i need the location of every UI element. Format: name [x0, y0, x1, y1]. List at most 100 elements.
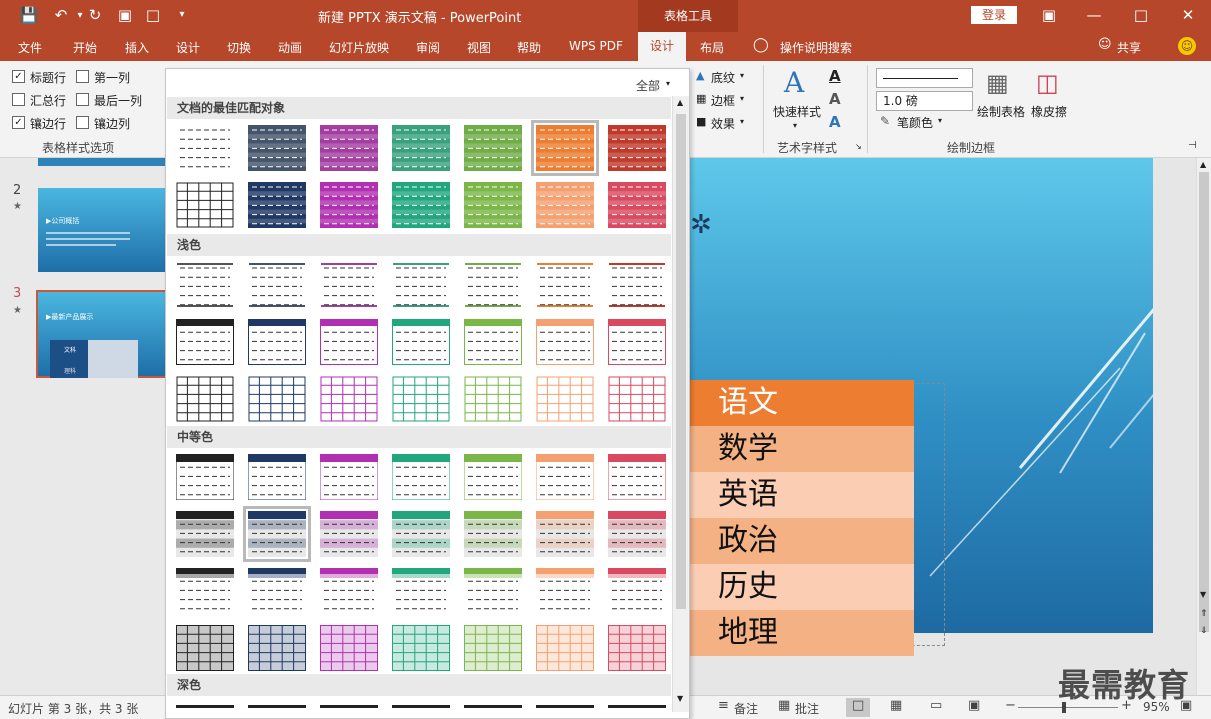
tab-transitions[interactable]: 切换 [227, 39, 251, 56]
eraser-icon[interactable]: ◫ [1036, 69, 1059, 97]
table-style-thumbnail[interactable] [248, 454, 306, 500]
maximize-icon[interactable]: □ [1130, 6, 1152, 24]
table-style-thumbnail[interactable] [176, 376, 234, 422]
total-row-checkbox[interactable] [12, 93, 25, 106]
tab-animations[interactable]: 动画 [278, 39, 302, 56]
table-style-thumbnail[interactable] [176, 182, 234, 228]
table-style-thumbnail[interactable] [536, 182, 594, 228]
table-style-thumbnail[interactable] [392, 454, 450, 500]
table-style-thumbnail[interactable] [320, 625, 378, 671]
shading-button[interactable]: 底纹 [711, 69, 735, 86]
table-row[interactable]: 历史 [690, 564, 914, 610]
table-style-thumbnail[interactable] [248, 125, 306, 171]
table-style-thumbnail[interactable] [176, 511, 234, 557]
next-slide-icon[interactable]: ⇓ [1200, 626, 1208, 636]
gallery-scrollbar-thumb[interactable] [676, 114, 686, 609]
table-style-thumbnail[interactable] [608, 319, 666, 365]
table-style-thumbnail[interactable] [608, 262, 666, 308]
redo-icon[interactable]: ↻ [84, 6, 106, 24]
table-style-thumbnail[interactable] [464, 625, 522, 671]
table-style-thumbnail[interactable] [464, 376, 522, 422]
table-style-thumbnail[interactable] [464, 182, 522, 228]
tab-table-layout[interactable]: 布局 [700, 39, 724, 56]
pen-weight-dropdown[interactable]: 1.0 磅 [876, 91, 973, 111]
quick-styles-button[interactable]: 快速样式 [773, 103, 821, 120]
table-style-thumbnail[interactable] [392, 319, 450, 365]
reading-view-icon[interactable]: ▭ [930, 698, 942, 713]
text-outline-icon[interactable]: A [829, 90, 841, 108]
table-style-thumbnail[interactable] [248, 376, 306, 422]
shading-dropdown-icon[interactable]: ▾ [740, 71, 744, 80]
scroll-up-icon[interactable]: ▲ [1200, 160, 1206, 169]
table-style-thumbnail[interactable] [320, 511, 378, 557]
table-style-thumbnail[interactable] [608, 511, 666, 557]
table-style-thumbnail[interactable] [536, 376, 594, 422]
table-style-thumbnail[interactable] [248, 625, 306, 671]
table-style-thumbnail[interactable] [320, 319, 378, 365]
tell-me-search[interactable]: 操作说明搜索 [780, 39, 852, 56]
pen-color-dropdown-icon[interactable]: ▾ [938, 116, 942, 125]
slideshow-view-icon[interactable]: ▣ [968, 698, 980, 713]
table-row[interactable]: 英语 [690, 472, 914, 518]
table-style-thumbnail[interactable] [608, 568, 666, 614]
table-style-thumbnail[interactable] [464, 125, 522, 171]
table-style-thumbnail[interactable] [608, 376, 666, 422]
table-style-thumbnail[interactable] [392, 262, 450, 308]
effects-dropdown-icon[interactable]: ▾ [740, 117, 744, 126]
banded-columns-checkbox[interactable] [76, 116, 89, 129]
tab-wps-pdf[interactable]: WPS PDF [569, 39, 623, 53]
table-style-thumbnail[interactable] [464, 511, 522, 557]
table-style-thumbnail[interactable] [608, 125, 666, 171]
borders-dropdown-icon[interactable]: ▾ [740, 94, 744, 103]
table-style-thumbnail[interactable] [320, 454, 378, 500]
last-column-checkbox[interactable] [76, 93, 89, 106]
close-icon[interactable]: ✕ [1177, 6, 1199, 24]
slide-sorter-icon[interactable]: ▦ [890, 698, 902, 713]
table-style-thumbnail[interactable] [536, 454, 594, 500]
table-style-thumbnail[interactable] [608, 625, 666, 671]
table-style-thumbnail[interactable] [536, 568, 594, 614]
new-file-icon[interactable]: □ [142, 6, 164, 24]
quick-styles-dropdown-icon[interactable]: ▾ [793, 121, 797, 130]
draw-table-icon[interactable]: ▦ [986, 69, 1009, 97]
tab-table-design[interactable]: 设计 [638, 32, 686, 61]
quick-styles-icon[interactable]: A [784, 66, 804, 99]
table-row[interactable]: 政治 [690, 518, 914, 564]
table-style-thumbnail[interactable] [320, 568, 378, 614]
login-button[interactable]: 登录 [971, 6, 1017, 24]
text-effects-icon[interactable]: A [829, 113, 841, 131]
table-style-thumbnail[interactable] [320, 376, 378, 422]
gallery-filter-chevron-icon[interactable]: ▾ [666, 79, 670, 88]
tab-file[interactable]: 文件 [18, 39, 42, 56]
table-style-thumbnail[interactable] [392, 511, 450, 557]
first-column-checkbox[interactable] [76, 70, 89, 83]
scroll-down-icon[interactable]: ▼ [1200, 590, 1206, 599]
table-row[interactable]: 地理 [690, 610, 914, 656]
ribbon-display-options-icon[interactable]: ▣ [1038, 6, 1060, 24]
table-style-thumbnail[interactable] [608, 454, 666, 500]
table-style-thumbnail[interactable] [176, 125, 234, 171]
save-icon[interactable]: 💾 [18, 6, 40, 24]
tab-review[interactable]: 审阅 [416, 39, 440, 56]
table-style-thumbnail[interactable] [320, 262, 378, 308]
table-style-thumbnail[interactable] [248, 319, 306, 365]
table-style-thumbnail[interactable] [176, 262, 234, 308]
table-style-thumbnail[interactable] [176, 625, 234, 671]
table-style-thumbnail[interactable] [320, 125, 378, 171]
comments-button[interactable]: 批注 [795, 700, 819, 717]
gallery-vertical-scrollbar[interactable]: ▲ ▼ [672, 96, 689, 712]
table-header-cell[interactable]: 语文 [690, 380, 914, 426]
tab-help[interactable]: 帮助 [517, 39, 541, 56]
table-style-thumbnail[interactable] [392, 376, 450, 422]
table-style-thumbnail[interactable] [536, 319, 594, 365]
gallery-scroll-down-icon[interactable]: ▼ [677, 694, 683, 703]
table-style-thumbnail[interactable] [536, 262, 594, 308]
table-style-thumbnail[interactable] [248, 568, 306, 614]
table-style-thumbnail[interactable] [243, 506, 311, 562]
table-style-thumbnail[interactable] [176, 568, 234, 614]
table-style-thumbnail[interactable] [176, 454, 234, 500]
table-style-thumbnail[interactable] [248, 262, 306, 308]
notes-button[interactable]: 备注 [734, 700, 758, 717]
pin-ribbon-icon[interactable]: ⊣ [1188, 140, 1197, 151]
previous-slide-icon[interactable]: ⇑ [1200, 609, 1208, 619]
